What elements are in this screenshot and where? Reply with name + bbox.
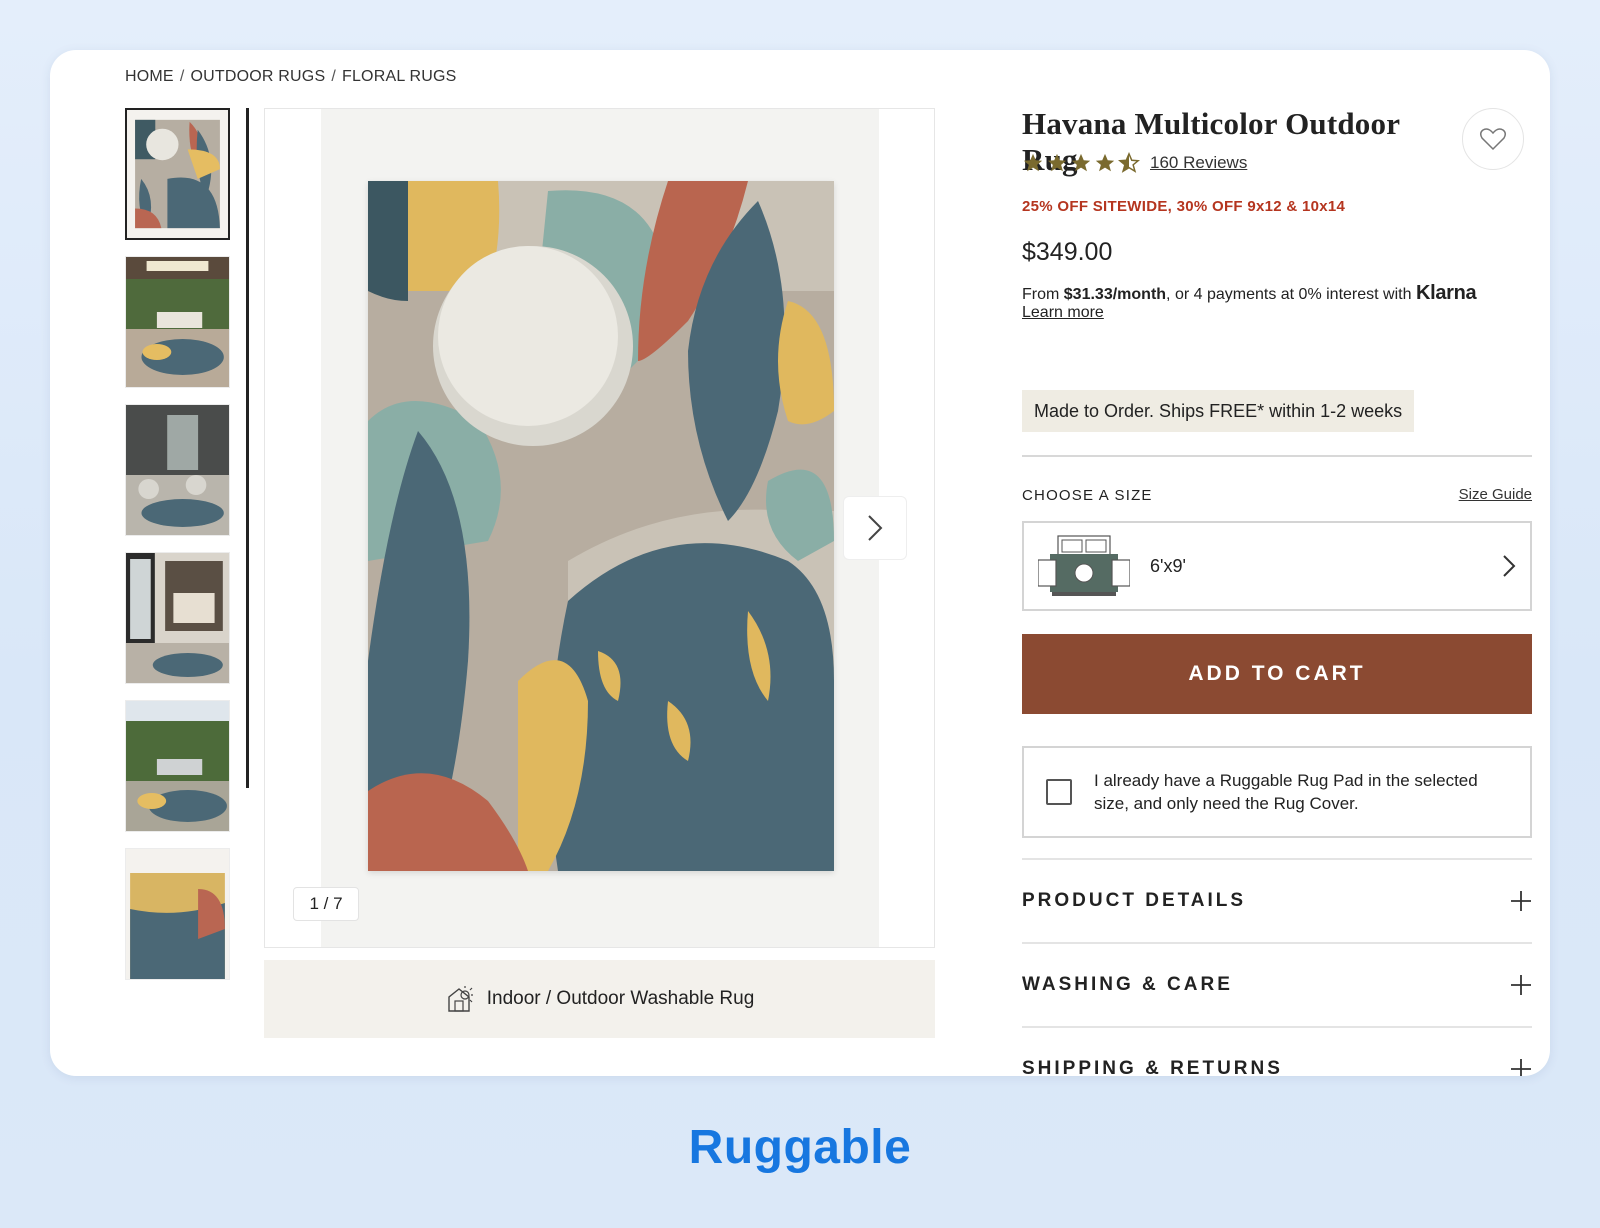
add-to-cart-button[interactable]: ADD TO CART bbox=[1022, 634, 1532, 714]
breadcrumb-home[interactable]: HOME bbox=[125, 68, 174, 86]
brand-caption: Ruggable bbox=[688, 1121, 912, 1174]
breadcrumb-outdoor-rugs[interactable]: OUTDOOR RUGS bbox=[190, 68, 325, 86]
product-price: $349.00 bbox=[1022, 238, 1113, 266]
rug-pad-option[interactable]: I already have a Ruggable Rug Pad in the… bbox=[1022, 746, 1532, 838]
accordion-washing-care[interactable]: WASHING & CARE bbox=[1022, 942, 1532, 1026]
product-page-card: HOME / OUTDOOR RUGS / FLORAL RUGS 1 / 7 … bbox=[50, 50, 1550, 1076]
size-label: CHOOSE A SIZE bbox=[1022, 487, 1153, 504]
plus-icon bbox=[1511, 891, 1531, 911]
promo-text: 25% OFF SITEWIDE, 30% OFF 9x12 & 10x14 bbox=[1022, 198, 1346, 215]
financing-middle: , or 4 payments at 0% interest with bbox=[1166, 286, 1416, 303]
breadcrumb-separator: / bbox=[179, 68, 185, 85]
star-rating bbox=[1022, 152, 1140, 174]
thumbnail-scrollbar[interactable] bbox=[246, 108, 249, 788]
washable-feature-bar: Indoor / Outdoor Washable Rug bbox=[264, 960, 935, 1038]
size-selector[interactable]: 6'x9' bbox=[1022, 521, 1532, 611]
accordion-label: WASHING & CARE bbox=[1022, 974, 1233, 995]
room-size-icon bbox=[1038, 535, 1130, 596]
washable-feature-label: Indoor / Outdoor Washable Rug bbox=[486, 988, 755, 1009]
chevron-right-icon bbox=[868, 515, 883, 541]
reviews-link[interactable]: 160 Reviews bbox=[1150, 153, 1247, 173]
breadcrumb-separator: / bbox=[331, 68, 336, 85]
accordion-product-details[interactable]: PRODUCT DETAILS bbox=[1022, 858, 1532, 942]
rug-pad-text: I already have a Ruggable Rug Pad in the… bbox=[1094, 771, 1478, 813]
plus-icon bbox=[1511, 1059, 1531, 1076]
thumbnail-list bbox=[125, 108, 232, 998]
thumbnail-rug[interactable] bbox=[125, 108, 230, 240]
rug-image bbox=[368, 181, 834, 871]
indoor-outdoor-icon bbox=[448, 986, 473, 1012]
financing-info: From $31.33/month, or 4 payments at 0% i… bbox=[1022, 282, 1532, 305]
accordion-shipping-returns[interactable]: SHIPPING & RETURNS bbox=[1022, 1026, 1532, 1076]
thumbnail-porch[interactable] bbox=[125, 404, 230, 536]
breadcrumb-floral-rugs[interactable]: FLORAL RUGS bbox=[342, 68, 457, 86]
star-icon bbox=[1047, 153, 1067, 172]
rug-pad-checkbox[interactable] bbox=[1046, 779, 1072, 805]
klarna-logo: Klarna bbox=[1415, 282, 1477, 304]
thumbnail-garden[interactable] bbox=[125, 700, 230, 832]
financing-amount: $31.33/month bbox=[1063, 286, 1167, 303]
shipping-badge: Made to Order. Ships FREE* within 1-2 we… bbox=[1022, 390, 1415, 432]
thumbnail-patio[interactable] bbox=[125, 256, 230, 388]
size-guide-link[interactable]: Size Guide bbox=[1459, 486, 1532, 503]
half-star-icon bbox=[1118, 152, 1140, 173]
accordion-label: PRODUCT DETAILS bbox=[1022, 890, 1247, 911]
product-rating: 160 Reviews bbox=[1022, 152, 1247, 174]
star-icon bbox=[1071, 153, 1091, 172]
image-counter: 1 / 7 bbox=[293, 887, 359, 921]
wishlist-button[interactable] bbox=[1462, 108, 1524, 170]
thumbnail-bedroom[interactable] bbox=[125, 552, 230, 684]
star-icon bbox=[1095, 153, 1115, 172]
accordion-label: SHIPPING & RETURNS bbox=[1022, 1058, 1283, 1076]
breadcrumb: HOME / OUTDOOR RUGS / FLORAL RUGS bbox=[125, 68, 457, 86]
selected-size: 6'x9' bbox=[1150, 555, 1186, 576]
thumbnail-rug-detail[interactable] bbox=[125, 848, 230, 980]
learn-more-link[interactable]: Learn more bbox=[1022, 304, 1104, 322]
next-image-button[interactable] bbox=[843, 496, 907, 560]
divider bbox=[1022, 455, 1532, 457]
chevron-right-icon bbox=[1503, 555, 1516, 577]
financing-prefix: From bbox=[1022, 286, 1064, 303]
main-product-image[interactable]: 1 / 7 bbox=[264, 108, 935, 948]
heart-icon bbox=[1479, 128, 1507, 151]
star-icon bbox=[1023, 153, 1043, 172]
plus-icon bbox=[1511, 975, 1531, 995]
